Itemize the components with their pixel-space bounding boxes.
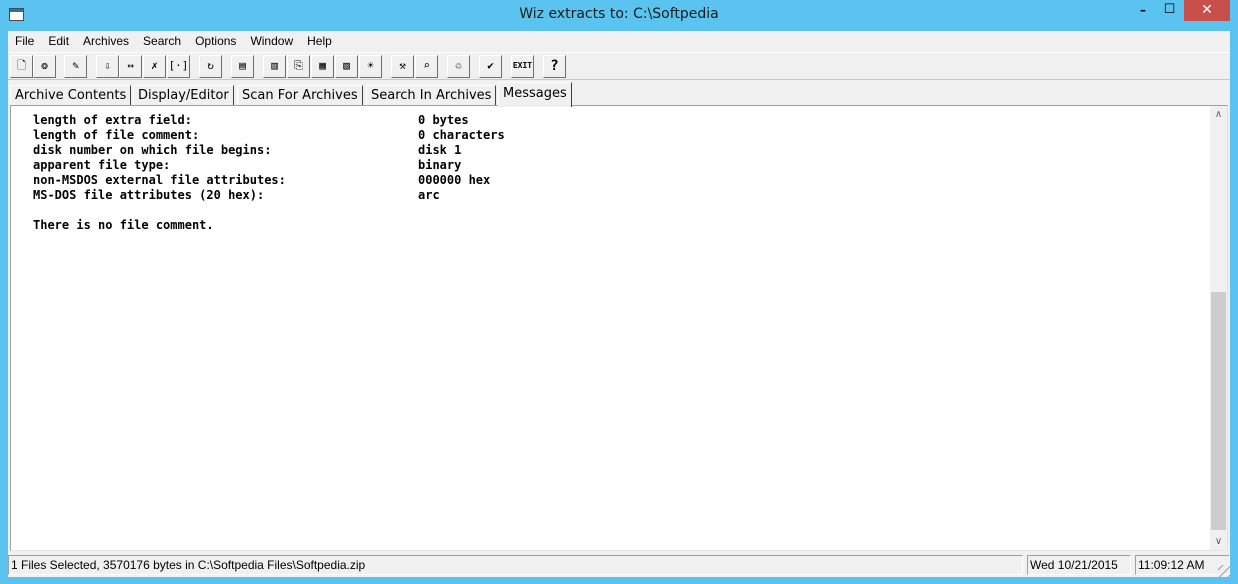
tab-archive-contents[interactable]: Archive Contents (10, 85, 132, 106)
help-icon[interactable]: ? (543, 55, 566, 78)
film-icon[interactable]: ▦ (311, 55, 334, 78)
message-value: arc (418, 188, 440, 202)
check-icon[interactable]: ✔ (479, 55, 502, 78)
tools-icon[interactable]: ⚒ (391, 55, 414, 78)
brackets-icon[interactable]: [·] (167, 55, 190, 78)
delete-mark-icon[interactable]: ✗ (143, 55, 166, 78)
message-line: disk number on which file begins: disk 1 (33, 143, 1203, 158)
status-time: 11:09:12 AM (1135, 555, 1230, 575)
document-icon[interactable]: ▤ (231, 55, 254, 78)
message-line: There is no file comment. (33, 218, 1203, 233)
minimize-button[interactable]: – (1130, 0, 1156, 21)
tab-messages[interactable]: Messages (498, 82, 572, 107)
toolbar: 🗋 ❂ ✎ ⇩ ↔ ✗ [·] ↻ ▤ ▥ ⎘ ▦ ▧ ☀ ⚒ ⌕ ♲ ✔ EX… (8, 52, 1230, 80)
close-button[interactable]: ✕ (1184, 0, 1230, 21)
main-window: Wiz extracts to: C:\Softpedia – ☐ ✕ File… (0, 0, 1238, 584)
messages-text[interactable]: length of extra field: 0 bytes length of… (33, 113, 1203, 543)
message-label: length of extra field: (33, 113, 192, 127)
message-line: non-MSDOS external file attributes: 0000… (33, 173, 1203, 188)
tab-bar: Archive Contents Display/Editor Scan For… (8, 82, 1230, 107)
message-label: apparent file type: (33, 158, 171, 172)
exit-icon[interactable]: EXIT (511, 55, 534, 78)
title-bar[interactable]: Wiz extracts to: C:\Softpedia – ☐ ✕ (0, 0, 1238, 31)
save-icon[interactable]: ⎘ (287, 55, 310, 78)
message-value: 000000 hex (418, 173, 491, 187)
menu-search[interactable]: Search (136, 31, 188, 51)
edit-icon[interactable]: ✎ (64, 55, 87, 78)
status-date: Wed 10/21/2015 (1027, 555, 1131, 575)
menu-archives[interactable]: Archives (76, 31, 136, 51)
refresh-icon[interactable]: ↻ (199, 55, 222, 78)
message-line: length of file comment: 0 characters (33, 128, 1203, 143)
tab-scan-for-archives[interactable]: Scan For Archives (237, 85, 363, 106)
message-line: length of extra field: 0 bytes (33, 113, 1203, 128)
window-title: Wiz extracts to: C:\Softpedia (519, 6, 719, 22)
move-icon[interactable]: ↔ (119, 55, 142, 78)
client-area: File Edit Archives Search Options Window… (8, 31, 1230, 577)
message-line: apparent file type: binary (33, 158, 1203, 173)
menu-file[interactable]: File (8, 31, 41, 51)
bookmark-icon[interactable]: ▥ (263, 55, 286, 78)
open-archive-icon[interactable]: ❂ (33, 55, 56, 78)
status-selection: 1 Files Selected, 3570176 bytes in C:\So… (8, 555, 1023, 575)
message-value: 0 characters (418, 128, 505, 142)
scroll-thumb[interactable] (1211, 292, 1226, 530)
message-label: MS-DOS file attributes (20 hex): (33, 188, 265, 202)
message-label: non-MSDOS external file attributes: (33, 173, 286, 187)
scroll-up-arrow-icon[interactable]: ∧ (1210, 106, 1227, 123)
page-icon[interactable]: ▧ (335, 55, 358, 78)
search-icon[interactable]: ⌕ (415, 55, 438, 78)
messages-pane[interactable]: length of extra field: 0 bytes length of… (10, 105, 1228, 551)
resize-grip-icon[interactable] (1218, 565, 1230, 577)
message-value: disk 1 (418, 143, 462, 157)
menu-options[interactable]: Options (188, 31, 243, 51)
maximize-button[interactable]: ☐ (1156, 0, 1183, 21)
tab-display-editor[interactable]: Display/Editor (133, 85, 234, 106)
trash-icon[interactable]: ♲ (447, 55, 470, 78)
status-bar: 1 Files Selected, 3570176 bytes in C:\So… (8, 554, 1230, 577)
message-label: There is no file comment. (33, 218, 214, 232)
vertical-scrollbar[interactable]: ∧ ∨ (1210, 106, 1227, 550)
extract-icon[interactable]: ⇩ (96, 55, 119, 78)
scroll-down-arrow-icon[interactable]: ∨ (1210, 533, 1227, 550)
message-line (33, 203, 1203, 218)
menu-edit[interactable]: Edit (41, 31, 76, 51)
menu-window[interactable]: Window (243, 31, 300, 51)
message-line: MS-DOS file attributes (20 hex): arc (33, 188, 1203, 203)
menu-bar: File Edit Archives Search Options Window… (8, 31, 1230, 51)
bulb-icon[interactable]: ☀ (359, 55, 382, 78)
message-value: 0 bytes (418, 113, 469, 127)
message-label: length of file comment: (33, 128, 200, 142)
tab-search-in-archives[interactable]: Search In Archives (366, 85, 497, 106)
new-icon[interactable]: 🗋 (10, 55, 33, 78)
menu-help[interactable]: Help (300, 31, 339, 51)
message-value: binary (418, 158, 462, 172)
message-label: disk number on which file begins: (33, 143, 272, 157)
